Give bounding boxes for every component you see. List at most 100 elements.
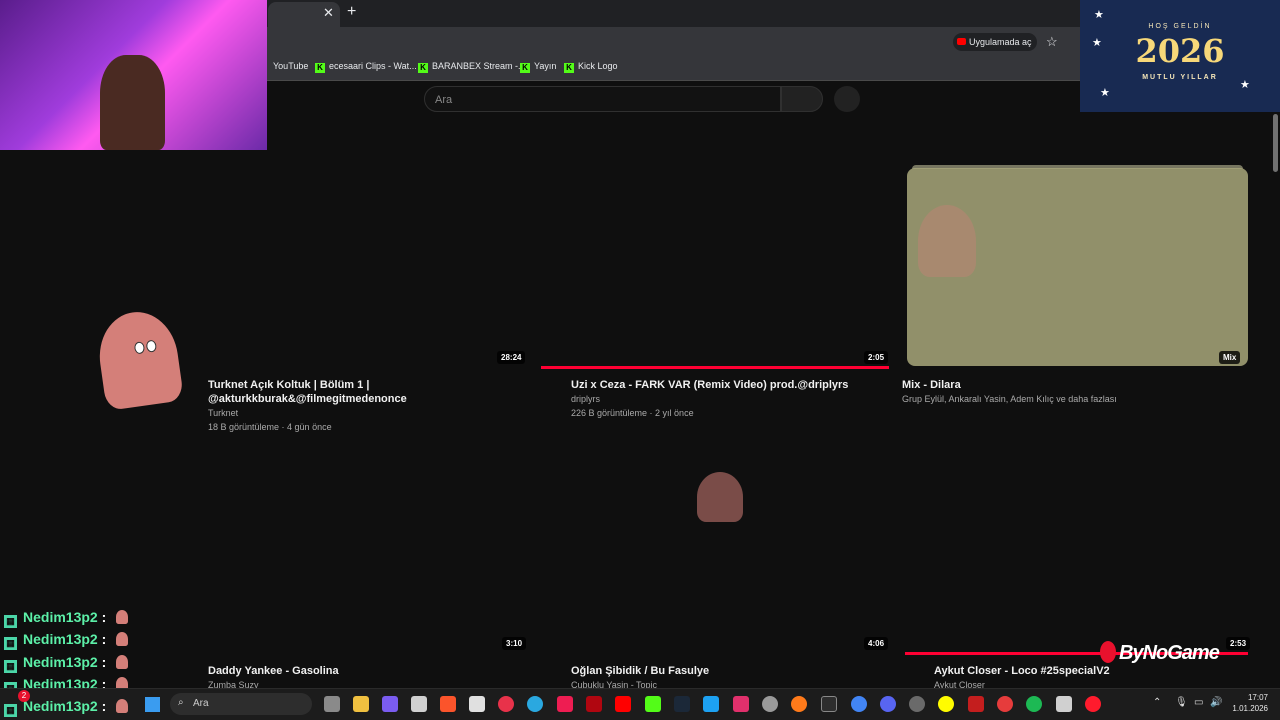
chrome-icon[interactable] (851, 696, 867, 712)
video-title-line2[interactable]: @akturkkburak&@filmegitmedenonce (208, 392, 538, 406)
youtube-icon[interactable] (615, 696, 631, 712)
brave-icon[interactable] (440, 696, 456, 712)
close-tab-icon[interactable]: ✕ (323, 5, 334, 21)
kick-icon: K (418, 63, 428, 73)
video-title[interactable]: Turknet Açık Koltuk | Bölüm 1 | (208, 378, 538, 392)
badge-icon: ▦ (4, 660, 17, 673)
mix-badge: Mix (1219, 351, 1241, 364)
video-title[interactable]: Aykut Closer - Loco #25specialV2 (934, 664, 1244, 678)
copilot-icon[interactable] (382, 696, 398, 712)
volume-icon[interactable]: 🔊 (1210, 697, 1222, 708)
notification-badge: 2 (18, 690, 30, 702)
video-title[interactable]: Daddy Yankee - Gasolina (208, 664, 538, 678)
badge-icon: ▦ (4, 637, 17, 650)
network-icon[interactable]: ▭ (1194, 697, 1203, 708)
tiktok-icon[interactable] (557, 696, 573, 712)
new-year-banner: HOŞ GELDİN 2026 MUTLU YILLAR ★ ★ ★ ★ (1080, 0, 1280, 112)
bookmark-youtube[interactable]: YouTube (273, 61, 308, 71)
snapchat-icon[interactable] (938, 696, 954, 712)
channel-name[interactable]: Turknet (208, 406, 538, 420)
voice-search-button[interactable] (834, 86, 860, 112)
eye (145, 339, 158, 353)
twitter-icon[interactable] (703, 696, 719, 712)
bookmark-label: BARANBEX Stream -... (432, 61, 526, 71)
kick-icon: K (564, 63, 574, 73)
star-icon: ★ (1100, 87, 1110, 99)
yandex-icon[interactable] (997, 696, 1013, 712)
scrollbar-thumb[interactable] (1273, 114, 1278, 172)
opera-icon[interactable] (1085, 696, 1101, 712)
video-duration: 3:10 (502, 637, 527, 650)
banner-wish: MUTLU YILLAR (1142, 74, 1218, 81)
kick-app-icon[interactable] (645, 696, 661, 712)
mcafee-icon[interactable] (968, 696, 984, 712)
video-duration: 4:06 (864, 637, 889, 650)
video-title[interactable]: Oğlan Şibidik / Bu Fasulye (571, 664, 891, 678)
media-player-icon[interactable] (498, 696, 514, 712)
kick-icon: K (520, 63, 530, 73)
patrick-sticker (918, 205, 976, 277)
video-duration: 2:05 (864, 351, 889, 364)
kick-icon: K (315, 63, 325, 73)
app-icon[interactable] (1056, 696, 1072, 712)
instagram-icon[interactable] (733, 696, 749, 712)
badge-icon: ▦ (4, 615, 17, 628)
star-icon: ★ (1094, 9, 1104, 21)
bookmark-kick-logo[interactable]: K Kick Logo (564, 61, 618, 73)
video-card[interactable]: Mix - Dilara Grup Eylül, Ankaralı Yasin,… (902, 378, 1242, 406)
chat-message: ▦ Nedim13p2 : (4, 654, 129, 673)
chat-username: Nedim13p2 (23, 631, 98, 647)
search-input[interactable]: Ara (424, 86, 781, 112)
task-view-icon[interactable] (324, 696, 340, 712)
bookmark-label: YouTube (273, 61, 309, 71)
video-card[interactable]: Uzi x Ceza - FARK VAR (Remix Video) prod… (571, 378, 891, 420)
video-meta: 18 B görüntüleme · 4 gün önce (208, 422, 332, 432)
patrick-emote-icon (116, 655, 129, 669)
chat-message: ▦ Nedim13p2 : (4, 631, 129, 650)
chat-username: Nedim13p2 (23, 609, 98, 625)
bookmark-star-icon[interactable]: ☆ (1046, 34, 1058, 50)
banner-year: 2026 (1135, 32, 1225, 70)
epic-games-icon[interactable] (821, 696, 837, 712)
windows-start-icon[interactable] (145, 697, 160, 712)
video-card[interactable]: Turknet Açık Koltuk | Bölüm 1 | @akturkk… (208, 378, 538, 434)
spotify-icon[interactable] (1026, 696, 1042, 712)
speedtest-icon[interactable] (762, 696, 778, 712)
steam-icon[interactable] (674, 696, 690, 712)
patrick-sticker (697, 472, 743, 522)
streamer (100, 55, 165, 150)
chat-message: ▦ Nedim13p2 : (4, 609, 129, 628)
scrollbar-track[interactable] (1272, 112, 1280, 687)
soundcloud-icon[interactable] (791, 696, 807, 712)
patrick-emote-icon (116, 699, 129, 713)
chat-separator: : (101, 631, 107, 647)
time: 17:07 (1247, 693, 1268, 702)
file-explorer-icon[interactable] (353, 696, 369, 712)
tray-chevron-icon[interactable]: ⌃ (1153, 697, 1161, 708)
video-title[interactable]: Mix - Dilara (902, 378, 1242, 392)
github-icon[interactable] (909, 696, 925, 712)
search-icon: ⌕ (178, 697, 184, 708)
bookmark-ecesaari[interactable]: Kecesaari Clips - Wat... (315, 61, 417, 73)
clock[interactable]: 17:07 1.01.2026 (1228, 692, 1268, 714)
taskbar-search[interactable]: Ara (170, 693, 312, 715)
bookmark-baranbex[interactable]: K BARANBEX Stream -... (418, 61, 526, 73)
bookmark-label: Kick Logo (578, 61, 618, 71)
channel-name[interactable]: Grup Eylül, Ankaralı Yasin, Adem Kılıç v… (902, 392, 1242, 406)
channel-name[interactable]: driplyrs (571, 392, 891, 406)
video-duration: 28:24 (497, 351, 526, 364)
date: 1.01.2026 (1232, 704, 1268, 713)
search-button[interactable] (781, 86, 823, 112)
bookmark-yayin[interactable]: K Yayın (520, 61, 556, 73)
netflix-icon[interactable] (586, 696, 602, 712)
new-tab-icon[interactable]: + (347, 3, 356, 21)
microphone-icon[interactable]: 🎙 (1175, 697, 1188, 708)
edge-icon[interactable] (527, 696, 543, 712)
chat-separator: : (101, 654, 107, 670)
settings-icon[interactable] (411, 696, 427, 712)
video-title[interactable]: Uzi x Ceza - FARK VAR (Remix Video) prod… (571, 378, 891, 392)
video-meta: 226 B görüntüleme · 2 yıl önce (571, 408, 694, 418)
store-icon[interactable] (469, 696, 485, 712)
discord-icon[interactable] (880, 696, 896, 712)
open-in-app-button[interactable]: Uygulamada aç (953, 33, 1037, 51)
